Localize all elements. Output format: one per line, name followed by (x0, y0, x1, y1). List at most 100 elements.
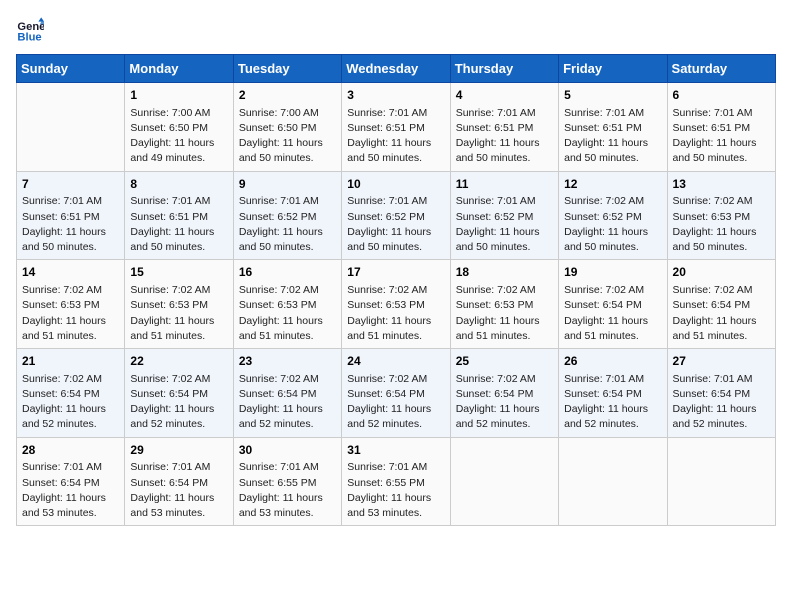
day-info: Sunrise: 7:02 AMSunset: 6:53 PMDaylight:… (347, 283, 444, 344)
day-number: 25 (456, 353, 553, 370)
header-thursday: Thursday (450, 55, 558, 83)
day-info: Sunrise: 7:01 AMSunset: 6:51 PMDaylight:… (130, 194, 227, 255)
day-info: Sunrise: 7:02 AMSunset: 6:54 PMDaylight:… (456, 372, 553, 433)
day-number: 7 (22, 176, 119, 193)
day-info: Sunrise: 7:01 AMSunset: 6:54 PMDaylight:… (564, 372, 661, 433)
day-info: Sunrise: 7:02 AMSunset: 6:53 PMDaylight:… (239, 283, 336, 344)
header-sunday: Sunday (17, 55, 125, 83)
week-row-1: 1Sunrise: 7:00 AMSunset: 6:50 PMDaylight… (17, 83, 776, 172)
day-info: Sunrise: 7:01 AMSunset: 6:51 PMDaylight:… (22, 194, 119, 255)
day-info: Sunrise: 7:00 AMSunset: 6:50 PMDaylight:… (239, 106, 336, 167)
day-number: 15 (130, 264, 227, 281)
calendar-cell: 18 Sunrise: 7:02 AMSunset: 6:53 PMDayligh… (450, 260, 558, 349)
calendar-cell (17, 83, 125, 172)
calendar-table: SundayMondayTuesdayWednesdayThursdayFrid… (16, 54, 776, 526)
day-number: 29 (130, 442, 227, 459)
day-info: Sunrise: 7:01 AMSunset: 6:55 PMDaylight:… (239, 460, 336, 521)
day-number: 20 (673, 264, 770, 281)
day-info: Sunrise: 7:02 AMSunset: 6:54 PMDaylight:… (564, 283, 661, 344)
logo: General Blue (16, 16, 50, 44)
calendar-cell (667, 437, 775, 526)
calendar-cell: 9Sunrise: 7:01 AMSunset: 6:52 PMDaylight… (233, 171, 341, 260)
day-info: Sunrise: 7:01 AMSunset: 6:51 PMDaylight:… (456, 106, 553, 167)
calendar-cell: 6Sunrise: 7:01 AMSunset: 6:51 PMDaylight… (667, 83, 775, 172)
day-info: Sunrise: 7:02 AMSunset: 6:52 PMDaylight:… (564, 194, 661, 255)
logo-icon: General Blue (16, 16, 44, 44)
calendar-cell: 12Sunrise: 7:02 AMSunset: 6:52 PMDayligh… (559, 171, 667, 260)
day-info: Sunrise: 7:02 AMSunset: 6:53 PMDaylight:… (130, 283, 227, 344)
day-number: 6 (673, 87, 770, 104)
day-info: Sunrise: 7:02 AMSunset: 6:54 PMDaylight:… (347, 372, 444, 433)
calendar-cell: 31Sunrise: 7:01 AMSunset: 6:55 PMDayligh… (342, 437, 450, 526)
day-number: 12 (564, 176, 661, 193)
calendar-cell: 14 Sunrise: 7:02 AMSunset: 6:53 PMDayligh… (17, 260, 125, 349)
day-number: 19 (564, 264, 661, 281)
day-number: 11 (456, 176, 553, 193)
day-info: Sunrise: 7:02 AMSunset: 6:53 PMDaylight:… (456, 283, 553, 344)
day-info: Sunrise: 7:02 AMSunset: 6:53 PMDaylight:… (22, 283, 119, 344)
week-row-3: 14 Sunrise: 7:02 AMSunset: 6:53 PMDayligh… (17, 260, 776, 349)
calendar-cell (559, 437, 667, 526)
day-number: 2 (239, 87, 336, 104)
calendar-cell: 16 Sunrise: 7:02 AMSunset: 6:53 PMDayligh… (233, 260, 341, 349)
calendar-cell: 10Sunrise: 7:01 AMSunset: 6:52 PMDayligh… (342, 171, 450, 260)
day-number: 4 (456, 87, 553, 104)
calendar-cell: 5Sunrise: 7:01 AMSunset: 6:51 PMDaylight… (559, 83, 667, 172)
calendar-cell (450, 437, 558, 526)
calendar-header-row: SundayMondayTuesdayWednesdayThursdayFrid… (17, 55, 776, 83)
day-number: 8 (130, 176, 227, 193)
header-friday: Friday (559, 55, 667, 83)
day-info: Sunrise: 7:02 AMSunset: 6:54 PMDaylight:… (22, 372, 119, 433)
page-header: General Blue (16, 16, 776, 44)
header-saturday: Saturday (667, 55, 775, 83)
calendar-cell: 11Sunrise: 7:01 AMSunset: 6:52 PMDayligh… (450, 171, 558, 260)
calendar-cell: 29Sunrise: 7:01 AMSunset: 6:54 PMDayligh… (125, 437, 233, 526)
day-info: Sunrise: 7:00 AMSunset: 6:50 PMDaylight:… (130, 106, 227, 167)
calendar-cell: 2 Sunrise: 7:00 AMSunset: 6:50 PMDaylight… (233, 83, 341, 172)
calendar-cell: 17 Sunrise: 7:02 AMSunset: 6:53 PMDayligh… (342, 260, 450, 349)
day-info: Sunrise: 7:01 AMSunset: 6:54 PMDaylight:… (673, 372, 770, 433)
calendar-cell: 3 Sunrise: 7:01 AMSunset: 6:51 PMDaylight… (342, 83, 450, 172)
calendar-cell: 19 Sunrise: 7:02 AMSunset: 6:54 PMDayligh… (559, 260, 667, 349)
week-row-5: 28Sunrise: 7:01 AMSunset: 6:54 PMDayligh… (17, 437, 776, 526)
calendar-cell: 28Sunrise: 7:01 AMSunset: 6:54 PMDayligh… (17, 437, 125, 526)
day-info: Sunrise: 7:01 AMSunset: 6:54 PMDaylight:… (22, 460, 119, 521)
calendar-cell: 20 Sunrise: 7:02 AMSunset: 6:54 PMDayligh… (667, 260, 775, 349)
day-info: Sunrise: 7:02 AMSunset: 6:54 PMDaylight:… (673, 283, 770, 344)
calendar-cell: 24Sunrise: 7:02 AMSunset: 6:54 PMDayligh… (342, 349, 450, 438)
week-row-4: 21 Sunrise: 7:02 AMSunset: 6:54 PMDayligh… (17, 349, 776, 438)
day-number: 18 (456, 264, 553, 281)
day-info: Sunrise: 7:02 AMSunset: 6:54 PMDaylight:… (239, 372, 336, 433)
day-info: Sunrise: 7:02 AMSunset: 6:54 PMDaylight:… (130, 372, 227, 433)
day-number: 14 (22, 264, 119, 281)
day-number: 13 (673, 176, 770, 193)
day-number: 5 (564, 87, 661, 104)
calendar-cell: 21 Sunrise: 7:02 AMSunset: 6:54 PMDayligh… (17, 349, 125, 438)
day-number: 26 (564, 353, 661, 370)
svg-text:Blue: Blue (17, 32, 41, 44)
day-number: 28 (22, 442, 119, 459)
day-info: Sunrise: 7:01 AMSunset: 6:51 PMDaylight:… (347, 106, 444, 167)
day-number: 10 (347, 176, 444, 193)
day-info: Sunrise: 7:01 AMSunset: 6:54 PMDaylight:… (130, 460, 227, 521)
day-number: 27 (673, 353, 770, 370)
day-number: 30 (239, 442, 336, 459)
day-info: Sunrise: 7:01 AMSunset: 6:52 PMDaylight:… (239, 194, 336, 255)
day-number: 21 (22, 353, 119, 370)
day-info: Sunrise: 7:02 AMSunset: 6:53 PMDaylight:… (673, 194, 770, 255)
header-monday: Monday (125, 55, 233, 83)
calendar-cell: 13Sunrise: 7:02 AMSunset: 6:53 PMDayligh… (667, 171, 775, 260)
calendar-cell: 7Sunrise: 7:01 AMSunset: 6:51 PMDaylight… (17, 171, 125, 260)
day-number: 17 (347, 264, 444, 281)
week-row-2: 7Sunrise: 7:01 AMSunset: 6:51 PMDaylight… (17, 171, 776, 260)
calendar-cell: 1Sunrise: 7:00 AMSunset: 6:50 PMDaylight… (125, 83, 233, 172)
day-number: 9 (239, 176, 336, 193)
calendar-cell: 27 Sunrise: 7:01 AMSunset: 6:54 PMDayligh… (667, 349, 775, 438)
calendar-cell: 8Sunrise: 7:01 AMSunset: 6:51 PMDaylight… (125, 171, 233, 260)
day-number: 16 (239, 264, 336, 281)
day-number: 3 (347, 87, 444, 104)
day-number: 23 (239, 353, 336, 370)
calendar-cell: 4 Sunrise: 7:01 AMSunset: 6:51 PMDaylight… (450, 83, 558, 172)
header-wednesday: Wednesday (342, 55, 450, 83)
day-number: 31 (347, 442, 444, 459)
